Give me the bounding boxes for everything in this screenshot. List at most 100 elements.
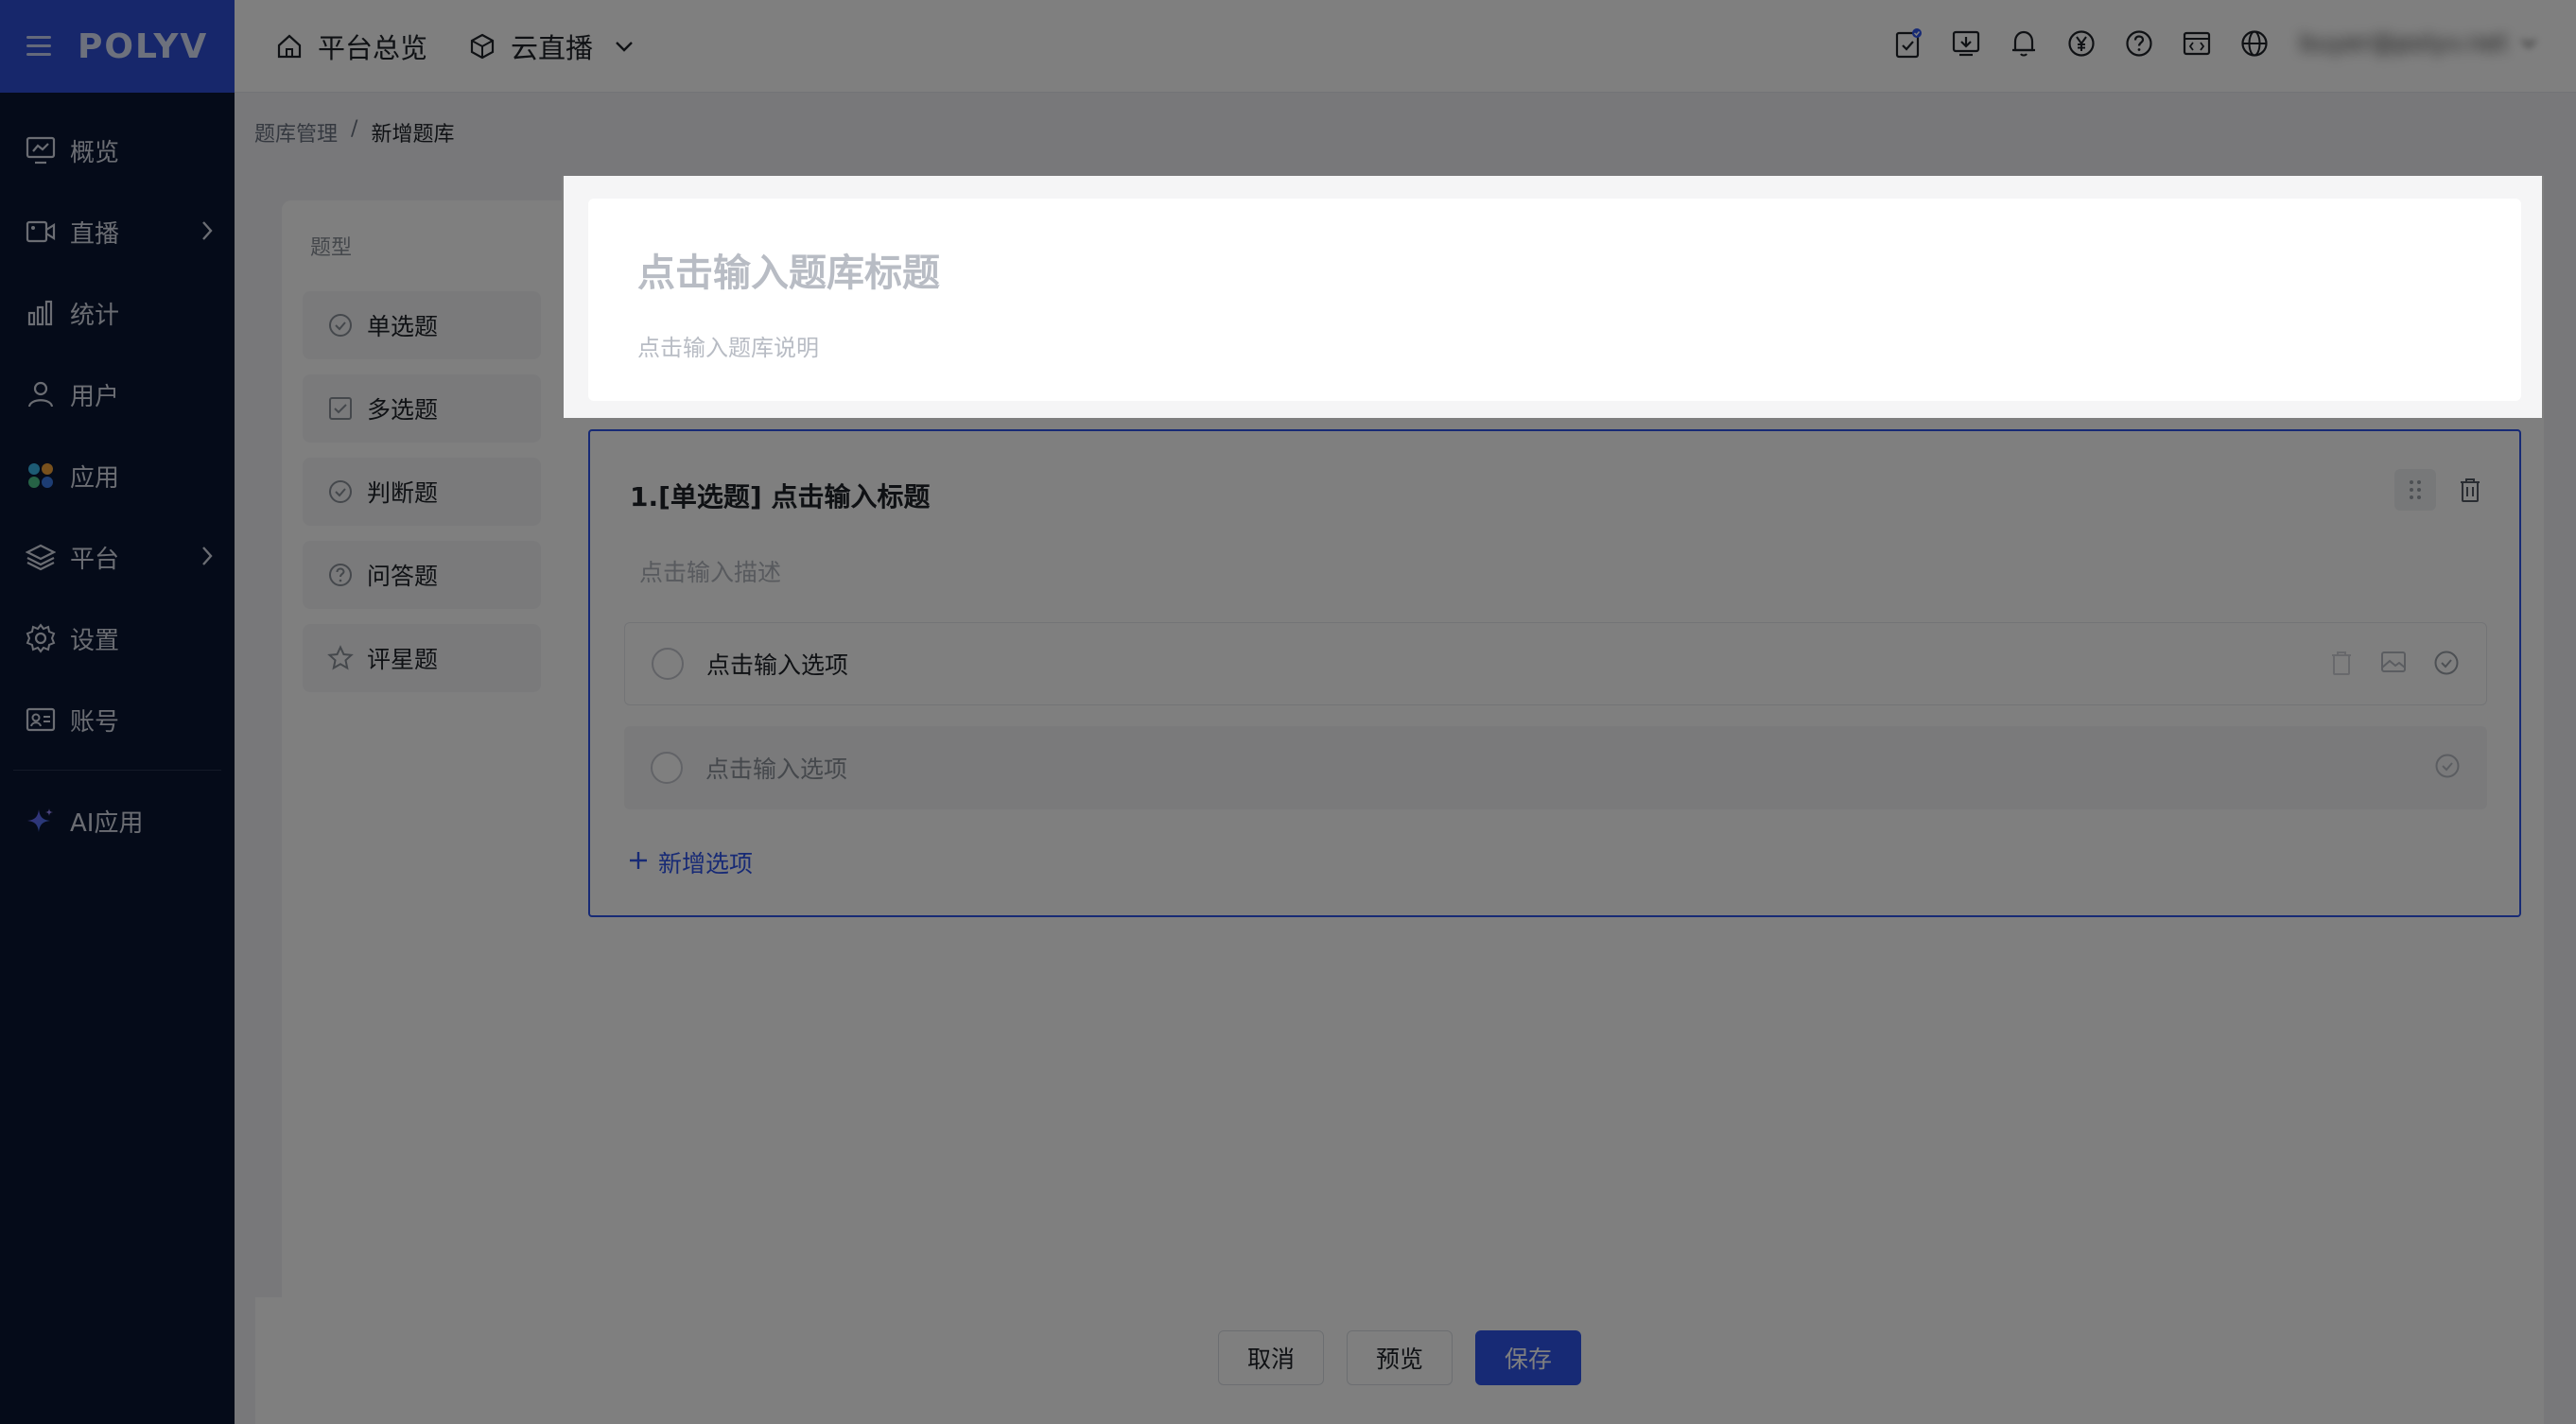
download-icon[interactable] [1949,26,1983,61]
sidebar-item-label: 统计 [70,301,120,330]
sidebar-item-live[interactable]: 直播 [0,191,235,272]
breadcrumb-current: 新增题库 [371,123,455,147]
sidebar-divider [13,770,221,771]
sidebar-item-stats[interactable]: 统计 [0,272,235,354]
code-window-icon[interactable] [2180,26,2214,61]
sidebar-item-label: 直播 [70,219,120,249]
type-single-choice[interactable]: 单选题 [303,291,541,359]
bell-icon[interactable] [2007,26,2041,61]
layers-icon [25,541,57,573]
footer-bar: 取消 预览 保存 [255,1297,2544,1424]
user-icon [25,378,57,410]
cube-icon [467,31,497,61]
checkbox-icon [327,395,354,422]
apps-grid-icon [25,460,57,492]
bank-title-input[interactable]: 点击输入题库标题 [637,242,940,297]
sidebar-item-label: 用户 [70,382,120,411]
radio-check-icon [327,312,354,339]
breadcrumb-separator: / [351,117,358,141]
sidebar-item-users[interactable]: 用户 [0,354,235,435]
platform-overview-label: 平台总览 [318,31,428,64]
correct-answer-icon[interactable] [2433,650,2460,682]
bank-description-input[interactable]: 点击输入题库说明 [637,329,819,362]
help-icon[interactable] [2122,26,2156,61]
sidebar-item-label: 平台 [70,545,120,574]
polyv-logo: POLYV [78,26,209,66]
yen-icon[interactable] [2064,26,2098,61]
sidebar-item-label: 设置 [70,626,120,655]
type-multi-choice[interactable]: 多选题 [303,374,541,443]
sidebar-item-account[interactable]: 账号 [0,679,235,760]
monitor-chart-icon [25,134,57,166]
top-bar: 平台总览 云直播 buyer@polyv.net [235,0,2576,93]
breadcrumb-parent[interactable]: 题库管理 [254,117,338,148]
type-label: 单选题 [367,313,439,340]
bank-header-card: 点击输入题库标题 点击输入题库说明 [588,199,2521,401]
image-icon[interactable] [2380,650,2407,682]
sidebar-item-label: AI应用 [70,808,144,838]
chevron-down-icon [614,40,635,53]
question-title[interactable]: 1.[单选题] 点击输入标题 [630,477,930,514]
option-row[interactable]: 点击输入选项 [624,726,2487,809]
chevron-down-icon[interactable] [2519,38,2538,49]
sidebar-item-label: 账号 [70,707,120,737]
sidebar-item-overview[interactable]: 概览 [0,110,235,191]
question-type-panel: 题型 单选题 多选题 判断题 问答题 评星题 [282,200,562,1297]
correct-answer-icon[interactable] [2434,753,2461,785]
option-label[interactable]: 点击输入选项 [706,647,848,681]
type-label: 多选题 [367,396,439,424]
home-icon [274,31,305,61]
video-camera-icon [25,216,57,248]
option-radio[interactable] [651,752,683,784]
sidebar-item-settings[interactable]: 设置 [0,598,235,679]
type-label: 评星题 [367,646,439,673]
type-true-false[interactable]: 判断题 [303,458,541,526]
product-switcher[interactable]: 云直播 [467,26,635,66]
question-tools [2394,469,2491,511]
platform-overview-link[interactable]: 平台总览 [274,26,427,66]
globe-icon[interactable] [2237,26,2271,61]
star-icon [327,645,354,671]
plus-icon [628,849,649,877]
add-option-button[interactable]: 新增选项 [628,845,753,879]
trash-icon[interactable] [2329,650,2354,682]
add-option-label: 新增选项 [658,850,754,877]
sidebar-item-ai-apps[interactable]: AI应用 [0,780,235,861]
drag-handle-icon[interactable] [2394,469,2436,511]
judge-check-icon [327,478,354,505]
question-description-input[interactable]: 点击输入描述 [639,554,781,588]
gear-icon [25,622,57,654]
id-card-icon [25,703,57,736]
top-right-tools: buyer@polyv.net [1868,26,2538,61]
sidebar-item-label: 应用 [70,463,120,493]
trash-icon[interactable] [2449,469,2491,511]
option-radio[interactable] [652,648,684,680]
question-icon [327,562,354,588]
user-email[interactable]: buyer@polyv.net [2300,29,2508,58]
sidebar: POLYV 概览 直播 统计 用户 应用 平台 设置 账号 AI应用 [0,0,235,1424]
option-row[interactable]: 点击输入选项 [624,622,2487,705]
sidebar-item-label: 概览 [70,138,120,167]
sidebar-nav: 概览 直播 统计 用户 应用 平台 设置 账号 AI应用 [0,110,235,861]
preview-button[interactable]: 预览 [1346,1330,1453,1385]
chevron-right-icon [200,545,214,574]
cancel-button[interactable]: 取消 [1217,1330,1324,1385]
breadcrumb: 题库管理 / 新增题库 [254,117,454,148]
bar-chart-icon [25,297,57,329]
type-label: 判断题 [367,479,439,507]
task-check-icon[interactable] [1891,26,1925,61]
type-label: 问答题 [367,563,439,590]
type-panel-label: 题型 [310,236,353,260]
option-tools [2434,753,2461,785]
product-label: 云直播 [511,31,594,64]
save-button[interactable]: 保存 [1475,1330,1582,1385]
option-tools [2329,650,2460,682]
sidebar-item-apps[interactable]: 应用 [0,435,235,516]
question-card[interactable]: 1.[单选题] 点击输入标题 点击输入描述 点击输入选项 点击输入选项 新增选项 [588,429,2521,917]
type-star-rating[interactable]: 评星题 [303,624,541,692]
type-question-answer[interactable]: 问答题 [303,541,541,609]
sidebar-item-platform[interactable]: 平台 [0,516,235,598]
brand-bar: POLYV [0,0,235,93]
option-label[interactable]: 点击输入选项 [705,751,847,785]
hamburger-menu-icon[interactable] [26,36,53,57]
